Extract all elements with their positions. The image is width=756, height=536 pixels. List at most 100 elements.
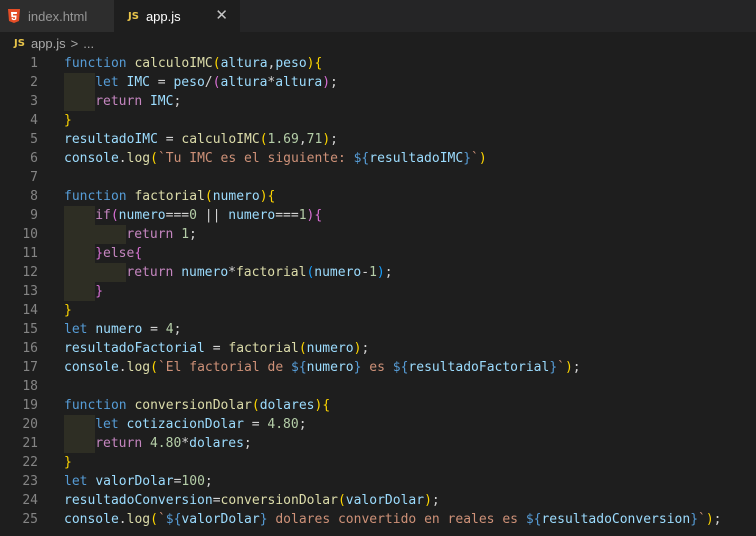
tab-index-html[interactable]: index.html — [0, 0, 114, 32]
code-line[interactable]: 22} — [0, 453, 756, 472]
code-line[interactable]: 9 if(numero===0 || numero===1){ — [0, 206, 756, 225]
code-token: numero — [95, 322, 143, 337]
code-line[interactable]: 19 function conversionDolar(dolares){ — [0, 396, 756, 415]
code-token: numero — [306, 341, 354, 356]
code-token: resultadoConversion — [541, 512, 691, 527]
code-token: ${ — [525, 512, 542, 527]
code-line[interactable]: 17 console.log(`El factorial de ${numero}… — [0, 358, 756, 377]
code-token: altura — [220, 75, 268, 90]
code-line[interactable]: 2 let IMC = peso/(altura*altura); — [0, 73, 756, 92]
code-token: else — [103, 246, 135, 261]
code-text: } — [95, 282, 103, 301]
code-token: = — [212, 493, 221, 508]
code-text: function conversionDolar(dolares){ — [64, 396, 330, 415]
code-token: 71 — [306, 132, 323, 147]
code-token: ) — [322, 75, 331, 90]
code-line[interactable]: 3 return IMC; — [0, 92, 756, 111]
code-line[interactable]: 23 let valorDolar=100; — [0, 472, 756, 491]
code-token: 4.80 — [267, 417, 299, 432]
code-line[interactable]: 15 let numero = 4; — [0, 320, 756, 339]
indent-guide — [64, 282, 95, 301]
code-line[interactable]: 25 console.log(`${valorDolar} dolares con… — [0, 510, 756, 529]
indent-guide — [64, 263, 95, 282]
breadcrumb-file[interactable]: app.js — [31, 36, 66, 51]
code-token: ${ — [392, 360, 409, 375]
code-line[interactable]: 11}else{ — [0, 244, 756, 263]
code-token: { — [322, 398, 331, 413]
code-token: ( — [251, 398, 260, 413]
code-line[interactable]: 1 function calculoIMC(altura,peso){ — [0, 54, 756, 73]
tab-label: index.html — [28, 8, 88, 24]
code-token: } — [64, 455, 72, 470]
breadcrumb-more[interactable]: ... — [83, 36, 94, 51]
code-line[interactable]: 10 return 1; — [0, 225, 756, 244]
line-number: 22 — [22, 455, 38, 470]
code-token: valorDolar — [181, 512, 260, 527]
line-number: 6 — [30, 151, 38, 166]
code-token: `Tu IMC es el siguiente: — [157, 151, 354, 166]
code-line[interactable]: 16 resultadoFactorial = factorial(numero)… — [0, 339, 756, 358]
code-line[interactable]: 13} — [0, 282, 756, 301]
code-token: ( — [259, 132, 268, 147]
code-token: ${ — [291, 360, 307, 375]
code-token: === — [165, 208, 190, 223]
code-line[interactable]: 12 return numero*factorial(numero-1); — [0, 263, 756, 282]
code-line[interactable]: 8 function factorial(numero){ — [0, 187, 756, 206]
code-token: ) — [478, 151, 487, 166]
code-token: ) — [322, 132, 331, 147]
code-token: 1 — [298, 208, 307, 223]
code-token: conversionDolar — [134, 398, 252, 413]
code-token: = — [157, 132, 182, 147]
code-token: ( — [204, 189, 213, 204]
line-number: 13 — [22, 284, 38, 299]
tab-label: app.js — [145, 8, 181, 24]
js-file-icon: JS — [128, 10, 139, 22]
code-line[interactable]: 7 — [0, 168, 756, 187]
indent-guide — [64, 206, 95, 225]
code-token: resultadoFactorial — [408, 360, 550, 375]
code-token: console — [64, 360, 119, 375]
code-line[interactable]: 4} — [0, 111, 756, 130]
editor-tab-bar: index.html JS app.js ✕ — [0, 0, 756, 32]
code-text: resultadoFactorial = factorial(numero); — [64, 339, 369, 358]
code-line[interactable]: 18 — [0, 377, 756, 396]
code-line[interactable]: 21 return 4.80*dolares; — [0, 434, 756, 453]
code-token: `El factorial de — [157, 360, 291, 375]
html5-icon — [8, 9, 20, 23]
code-line[interactable]: 24 resultadoConversion=conversionDolar(va… — [0, 491, 756, 510]
code-line[interactable]: 6 console.log(`Tu IMC es el siguiente: ${… — [0, 149, 756, 168]
code-text: } — [64, 453, 72, 472]
code-token: resultadoIMC — [64, 132, 158, 147]
line-number: 12 — [22, 265, 38, 280]
code-token: ; — [330, 75, 338, 90]
code-token: log — [126, 512, 151, 527]
code-text: }else{ — [95, 244, 142, 263]
code-token: altura — [220, 56, 268, 71]
tab-app-js[interactable]: JS app.js ✕ — [114, 0, 240, 32]
line-number: 5 — [30, 132, 38, 147]
code-token: valorDolar — [95, 474, 174, 489]
code-token: ; — [298, 417, 307, 432]
code-token: = — [243, 417, 268, 432]
code-editor[interactable]: 1 function calculoIMC(altura,peso){2 let I… — [0, 54, 756, 536]
code-token: . — [118, 512, 127, 527]
line-number: 4 — [30, 113, 38, 128]
code-token: numero — [118, 208, 166, 223]
code-line[interactable]: 5 resultadoIMC = calculoIMC(1.69,71); — [0, 130, 756, 149]
code-line[interactable]: 14} — [0, 301, 756, 320]
code-token: . — [118, 151, 127, 166]
code-token: ) — [376, 265, 385, 280]
line-number: 10 — [22, 227, 38, 242]
code-token: ` — [557, 360, 565, 375]
code-token: ; — [330, 132, 338, 147]
indent-guide — [95, 225, 127, 244]
code-line[interactable]: 20 let cotizacionDolar = 4.80; — [0, 415, 756, 434]
close-icon[interactable]: ✕ — [215, 6, 228, 24]
code-token: } — [259, 512, 268, 527]
code-token: ` — [698, 512, 706, 527]
code-token: { — [314, 56, 323, 71]
code-token: ${ — [353, 151, 370, 166]
code-token: es — [361, 360, 393, 375]
code-token: ; — [189, 227, 197, 242]
code-text: console.log(`${valorDolar} dolares conve… — [64, 510, 722, 529]
